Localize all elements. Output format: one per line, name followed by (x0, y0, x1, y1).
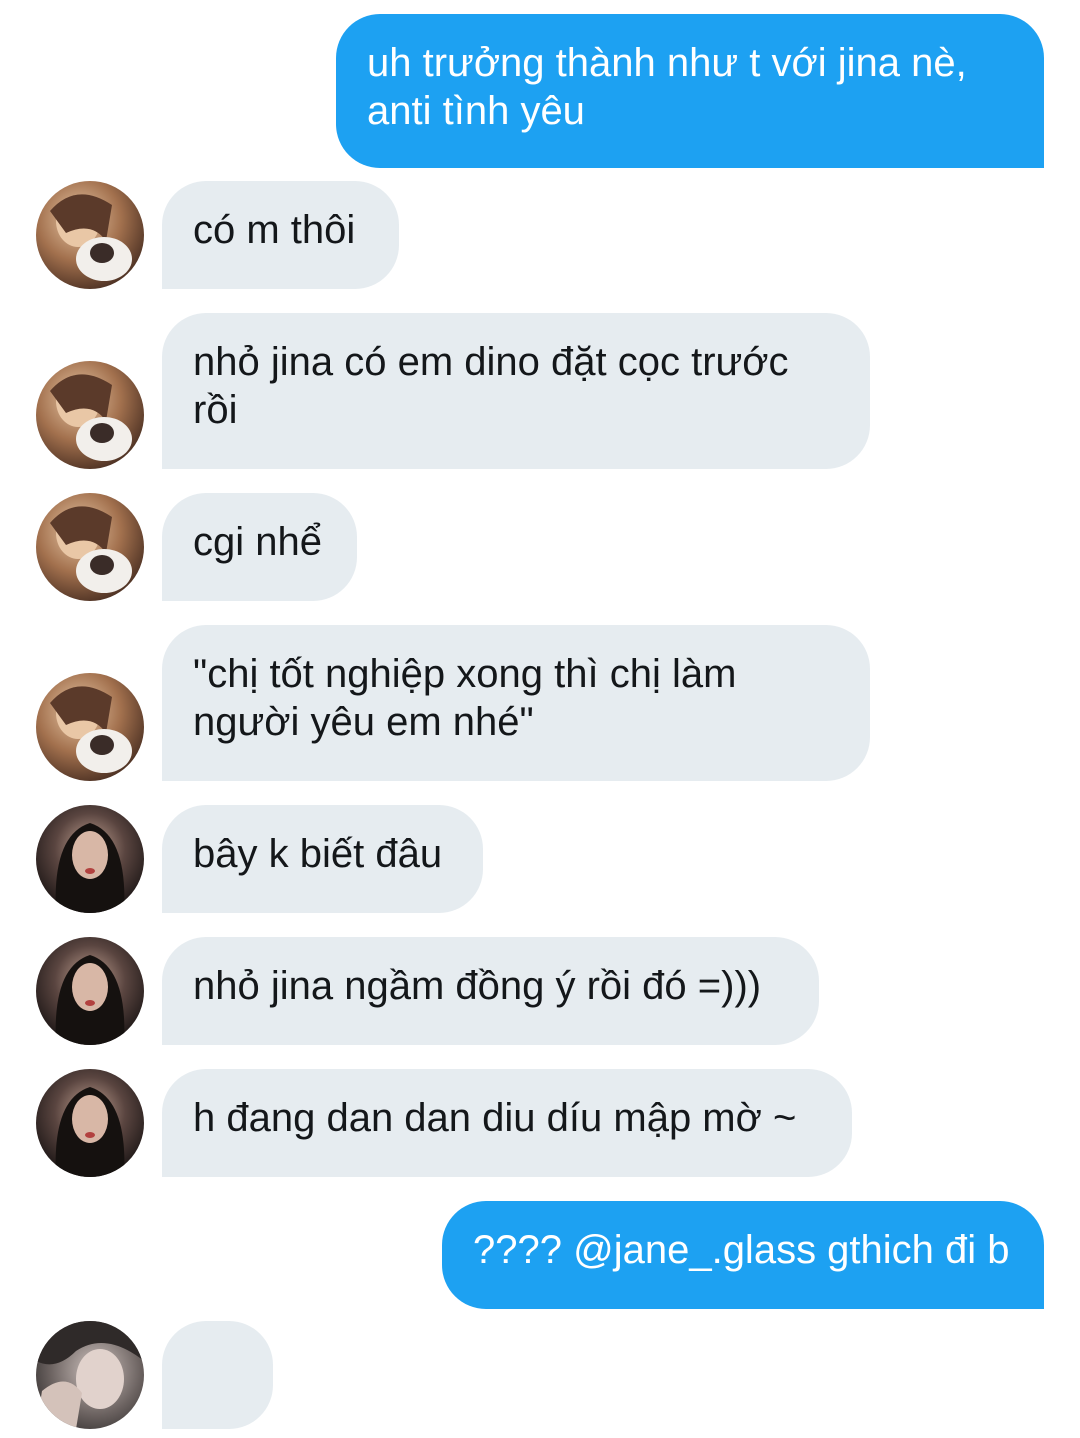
incoming-message[interactable]: 🤷‍♀️ (162, 1321, 273, 1429)
avatar-photo-girl-with-cat[interactable] (36, 361, 144, 469)
outgoing-message[interactable]: uh trưởng thành như t với jina nè, anti … (336, 14, 1044, 168)
avatar-photo-girl-with-cat[interactable] (36, 493, 144, 601)
incoming-message[interactable]: nhỏ jina có em dino đặt cọc trước rồi (162, 313, 870, 469)
avatar-photo-girl-with-cat[interactable] (36, 181, 144, 289)
avatar-photo-girl-dark-hair[interactable] (36, 1069, 144, 1177)
avatar-photo-girl-hand-on-face[interactable] (36, 1321, 144, 1429)
conversation-thread: uh trưởng thành như t với jina nè, anti … (0, 0, 1080, 1438)
incoming-message[interactable]: nhỏ jina ngầm đồng ý rồi đó =))) (162, 937, 819, 1045)
avatar-photo-girl-dark-hair[interactable] (36, 937, 144, 1045)
avatar-photo-girl-with-cat[interactable] (36, 673, 144, 781)
avatar-photo-girl-dark-hair[interactable] (36, 805, 144, 913)
incoming-message[interactable]: h đang dan dan diu díu mập mờ ~ (162, 1069, 852, 1177)
incoming-message[interactable]: cgi nhể (162, 493, 357, 601)
outgoing-message[interactable]: ???? @jane_.glass gthich đi b (442, 1201, 1044, 1309)
incoming-message[interactable]: "chị tốt nghiệp xong thì chị làm người y… (162, 625, 870, 781)
incoming-message[interactable]: bây k biết đâu (162, 805, 483, 913)
incoming-message[interactable]: có m thôi (162, 181, 399, 289)
